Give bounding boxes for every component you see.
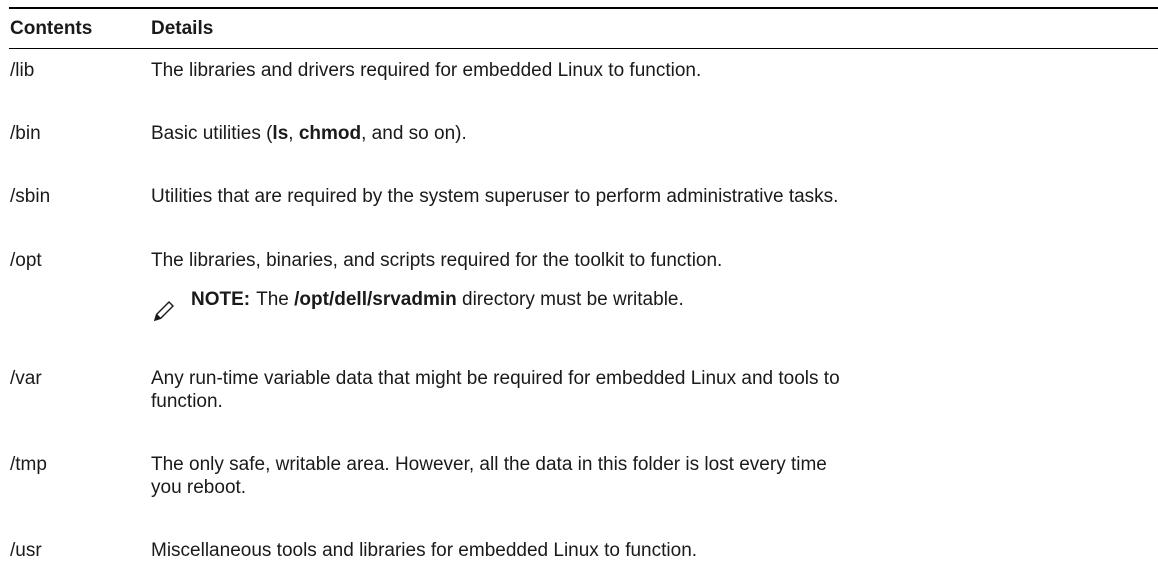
details-separator: , (288, 123, 299, 144)
row-dir: /sbin (10, 186, 51, 207)
details-text-end: , and so on). (361, 123, 467, 144)
row-details: The only safe, writable area. However, a… (151, 454, 827, 498)
row-dir: /lib (10, 60, 35, 81)
table-row: /usr Miscellaneous tools and libraries f… (9, 529, 1158, 561)
note-path: /opt/dell/srvadmin (294, 289, 457, 310)
row-details: The libraries, binaries, and scripts req… (151, 250, 723, 271)
table-row: /tmp The only safe, writable area. Howev… (9, 443, 1158, 529)
note-text: NOTE: The /opt/dell/srvadmin directory mu… (191, 288, 684, 311)
header-contents: Contents (10, 17, 93, 39)
details-text: Basic utilities ( (151, 123, 273, 144)
table-row: /sbin Utilities that are required by the… (9, 175, 1158, 239)
row-dir: /tmp (10, 454, 47, 475)
table-header-row: Contents Details (9, 9, 1158, 48)
note-pre: The (256, 289, 295, 310)
pencil-note-icon (154, 301, 174, 321)
row-dir: /opt (10, 250, 42, 271)
table-row: /bin Basic utilities (ls, chmod, and so … (9, 112, 1158, 175)
row-details: Basic utilities (ls, chmod, and so on). (151, 112, 1158, 175)
command-ls: ls (272, 123, 289, 144)
row-details: Any run-time variable data that might be… (151, 368, 840, 412)
command-chmod: chmod (298, 123, 362, 144)
row-dir: /var (10, 368, 42, 389)
table-row: /lib The libraries and drivers required … (9, 49, 1158, 112)
row-details: Miscellaneous tools and libraries for em… (151, 540, 698, 561)
row-details-container: The libraries, binaries, and scripts req… (151, 239, 1158, 357)
header-details: Details (151, 17, 214, 39)
row-dir: /bin (10, 123, 41, 144)
row-dir: /usr (10, 540, 42, 561)
note-block: NOTE: The /opt/dell/srvadmin directory mu… (151, 288, 1158, 324)
row-details: The libraries and drivers required for e… (151, 60, 702, 81)
note-label: NOTE: (191, 289, 251, 310)
table-row: /var Any run-time variable data that mig… (9, 357, 1158, 443)
row-details: Utilities that are required by the syste… (151, 186, 839, 207)
note-post: directory must be writable. (456, 289, 684, 310)
table-row: /opt The libraries, binaries, and script… (9, 239, 1158, 357)
directory-table: Contents Details /lib The libraries and … (9, 7, 1158, 561)
